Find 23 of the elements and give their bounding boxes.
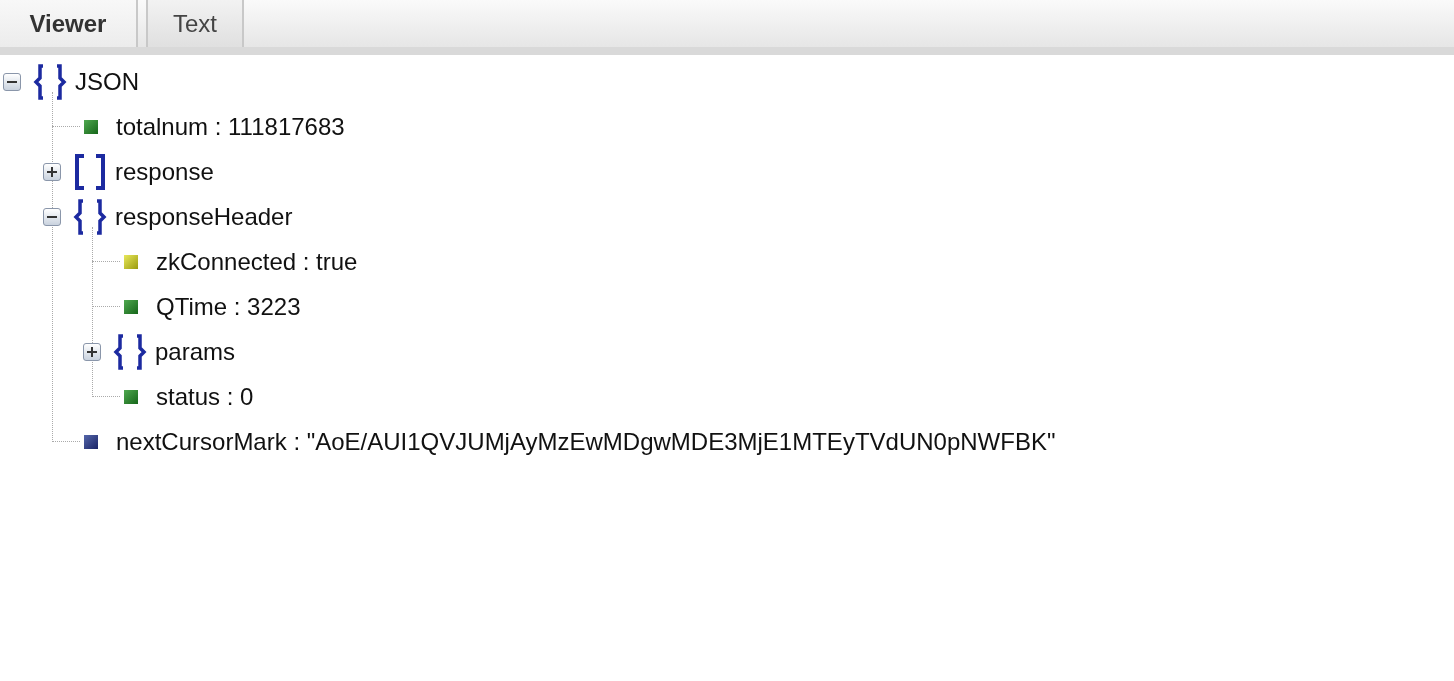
tree-node-label[interactable]: nextCursorMark : "AoE/AUI1QVJUMjAyMzEwMDgwMDE3MjE1MTEyTVdUN0pNWFBK" xyxy=(116,427,1056,456)
value-square-icon xyxy=(124,389,138,404)
tree-node-label[interactable]: params xyxy=(155,337,236,366)
braces-icon xyxy=(111,332,149,371)
value-square-icon xyxy=(84,434,98,449)
tree-node-label[interactable]: status : 0 xyxy=(156,382,254,411)
tree-node-label[interactable]: JSON xyxy=(75,67,139,96)
tab[interactable]: Viewer xyxy=(0,0,138,47)
tree-node-label[interactable]: QTime : 3223 xyxy=(156,292,301,321)
tree-node-label[interactable]: responseHeader xyxy=(115,202,293,231)
braces-icon xyxy=(31,62,69,101)
tab[interactable]: Text xyxy=(146,0,244,47)
tree-node-label[interactable]: zkConnected : true xyxy=(156,247,358,276)
tree-node-label[interactable]: totalnum : 111817683 xyxy=(116,112,345,141)
value-square-icon xyxy=(84,119,98,134)
value-square-icon xyxy=(124,254,138,269)
expand-toggle[interactable] xyxy=(43,162,61,181)
expand-toggle[interactable] xyxy=(83,342,101,361)
collapse-toggle[interactable] xyxy=(43,207,61,226)
braces-icon xyxy=(71,197,109,236)
tree-node-label[interactable]: response xyxy=(115,157,214,186)
value-square-icon xyxy=(124,299,138,314)
collapse-toggle[interactable] xyxy=(3,72,21,91)
